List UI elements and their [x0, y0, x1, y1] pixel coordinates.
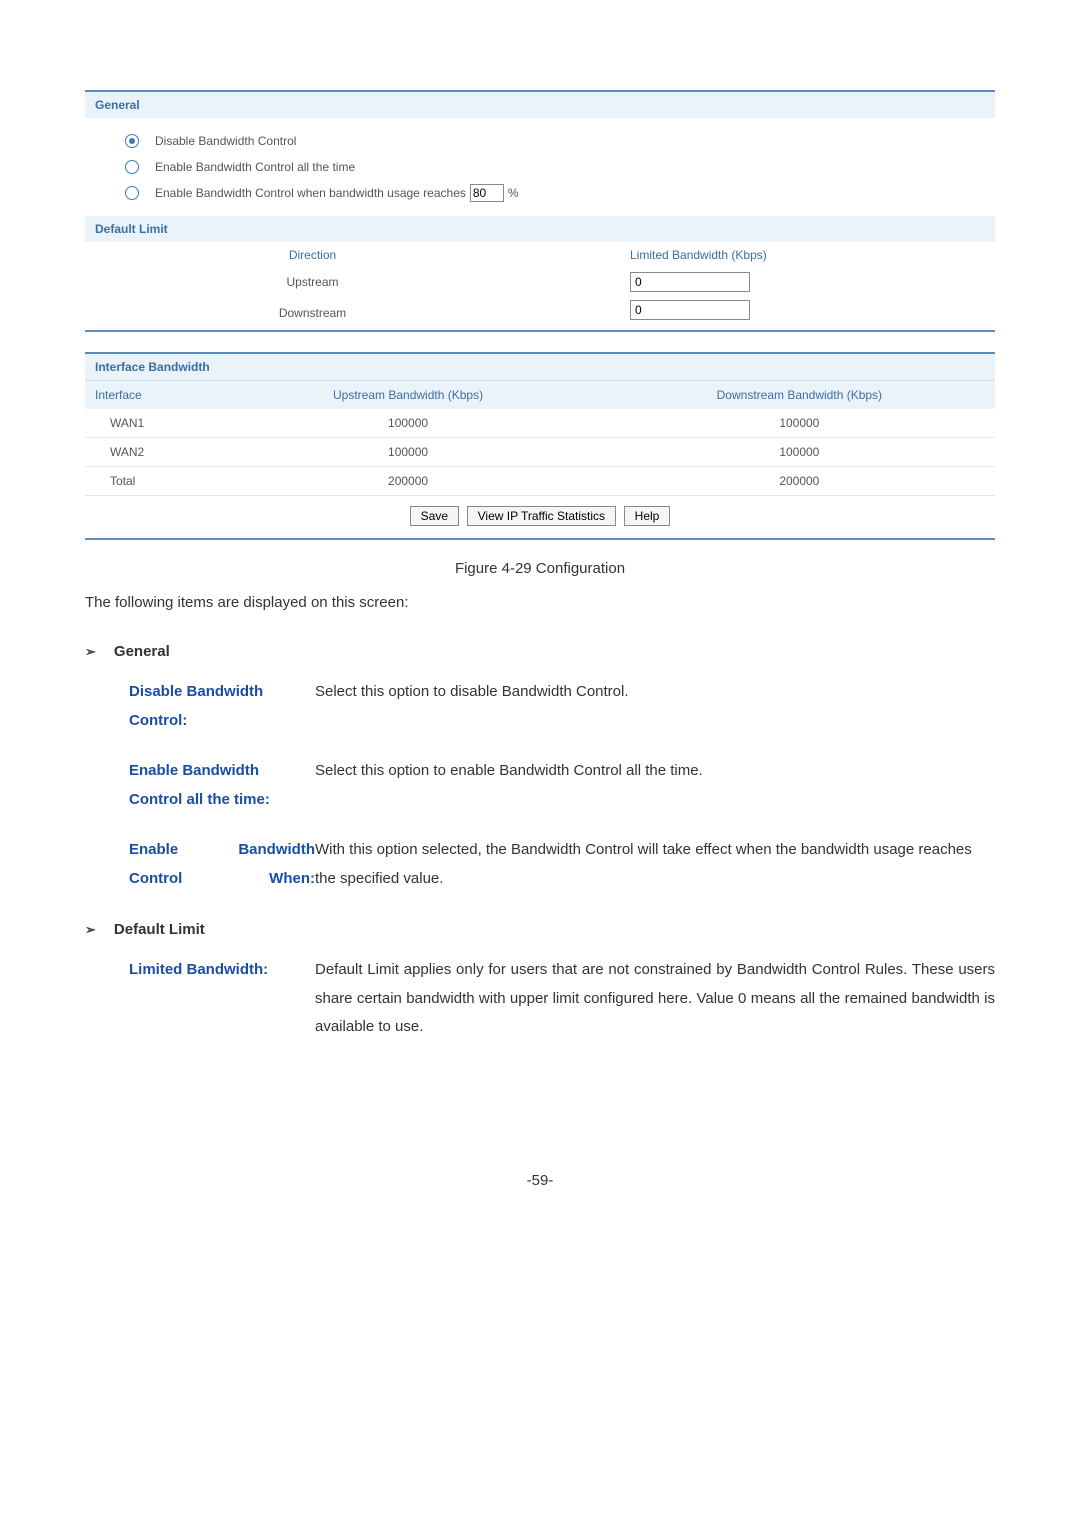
- section-general: ➢ General Disable Bandwidth Control: Sel…: [85, 643, 995, 893]
- page-number: -59-: [85, 1172, 995, 1189]
- chevron-icon: ➢: [85, 922, 96, 938]
- def-row: Disable Bandwidth Control: Select this o…: [129, 678, 995, 735]
- intro-text: The following items are displayed on thi…: [85, 591, 995, 615]
- row-upstream-label: Upstream: [85, 268, 540, 296]
- iface-cell: Total: [85, 467, 212, 496]
- table-row: WAN1 100000 100000: [85, 409, 995, 438]
- threshold-input[interactable]: [470, 184, 504, 202]
- def-desc: With this option selected, the Bandwidth…: [315, 836, 995, 893]
- help-button[interactable]: Help: [624, 506, 671, 526]
- chevron-icon: ➢: [85, 644, 96, 660]
- iface-cell: WAN1: [85, 409, 212, 438]
- def-desc: Default Limit applies only for users tha…: [315, 956, 995, 1042]
- figure-caption: Figure 4-29 Configuration: [85, 560, 995, 577]
- col-limited: Limited Bandwidth (Kbps): [540, 242, 995, 268]
- def-row: Enable Bandwidth Control all the time: S…: [129, 757, 995, 814]
- up-cell: 100000: [212, 409, 603, 438]
- table-row: WAN2 100000 100000: [85, 438, 995, 467]
- col-upstream: Upstream Bandwidth (Kbps): [212, 381, 603, 409]
- section-general-title: General: [114, 643, 170, 660]
- iface-table: Interface Upstream Bandwidth (Kbps) Down…: [85, 381, 995, 496]
- save-button[interactable]: Save: [410, 506, 459, 526]
- def-desc: Select this option to enable Bandwidth C…: [315, 757, 995, 814]
- iface-header: Interface Bandwidth: [85, 354, 995, 381]
- radio-enable-always[interactable]: [125, 160, 139, 174]
- radio-disable-label: Disable Bandwidth Control: [155, 134, 296, 148]
- def-term: Limited Bandwidth:: [129, 956, 315, 1042]
- up-cell: 100000: [212, 438, 603, 467]
- radio-disable-bw[interactable]: [125, 134, 139, 148]
- col-direction: Direction: [85, 242, 540, 268]
- general-panel: General Disable Bandwidth Control Enable…: [85, 90, 995, 332]
- down-cell: 100000: [604, 409, 995, 438]
- interface-bandwidth-panel: Interface Bandwidth Interface Upstream B…: [85, 352, 995, 540]
- def-term: Enable Bandwidth Control When:: [129, 836, 315, 893]
- radio-enable-threshold[interactable]: [125, 186, 139, 200]
- radio-enable-always-label: Enable Bandwidth Control all the time: [155, 160, 355, 174]
- def-term: Disable Bandwidth Control:: [129, 678, 315, 735]
- def-row: Enable Bandwidth Control When: With this…: [129, 836, 995, 893]
- table-row: Upstream: [85, 268, 995, 296]
- downstream-input[interactable]: [630, 300, 750, 320]
- radio-threshold-post: %: [508, 186, 519, 200]
- section-default-title: Default Limit: [114, 921, 205, 938]
- col-downstream: Downstream Bandwidth (Kbps): [604, 381, 995, 409]
- def-row: Limited Bandwidth: Default Limit applies…: [129, 956, 995, 1042]
- default-limit-table: Direction Limited Bandwidth (Kbps) Upstr…: [85, 242, 995, 330]
- default-limit-header: Default Limit: [85, 216, 995, 242]
- table-row: Total 200000 200000: [85, 467, 995, 496]
- section-default-limit: ➢ Default Limit Limited Bandwidth: Defau…: [85, 921, 995, 1042]
- down-cell: 200000: [604, 467, 995, 496]
- general-header: General: [85, 92, 995, 118]
- radio-threshold-pre: Enable Bandwidth Control when bandwidth …: [155, 186, 466, 200]
- col-interface: Interface: [85, 381, 212, 409]
- upstream-input[interactable]: [630, 272, 750, 292]
- down-cell: 100000: [604, 438, 995, 467]
- view-stats-button[interactable]: View IP Traffic Statistics: [467, 506, 616, 526]
- button-row: Save View IP Traffic Statistics Help: [85, 496, 995, 538]
- row-downstream-label: Downstream: [85, 296, 540, 330]
- general-body: Disable Bandwidth Control Enable Bandwid…: [85, 118, 995, 216]
- def-term: Enable Bandwidth Control all the time:: [129, 757, 315, 814]
- table-row: Downstream: [85, 296, 995, 330]
- up-cell: 200000: [212, 467, 603, 496]
- iface-cell: WAN2: [85, 438, 212, 467]
- def-desc: Select this option to disable Bandwidth …: [315, 678, 995, 735]
